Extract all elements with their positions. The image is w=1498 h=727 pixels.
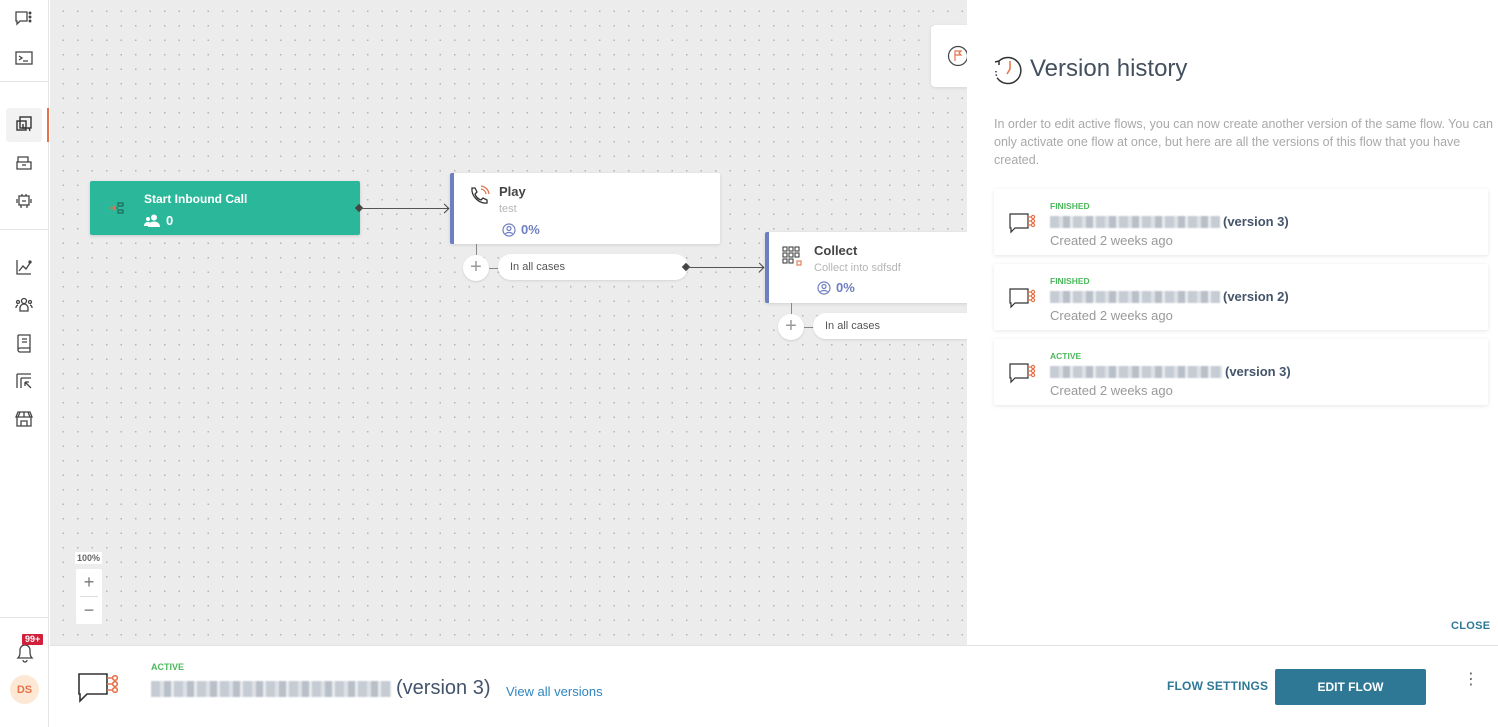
version-history-panel: Version history In order to edit active … bbox=[967, 0, 1498, 645]
redacted-flow-name bbox=[1050, 290, 1220, 303]
connector-arrow bbox=[754, 262, 765, 273]
app-root: 99+ DS Start Inbound Call 0 Play test 0% bbox=[0, 0, 1498, 727]
node-subtitle: Collect into sdfsdf bbox=[814, 262, 901, 274]
import-icon bbox=[16, 373, 32, 389]
nav-knowledge[interactable] bbox=[6, 326, 42, 360]
inbound-call-icon bbox=[110, 202, 124, 214]
add-branch-button[interactable]: + bbox=[463, 255, 489, 281]
version-name: (version 3) bbox=[1050, 214, 1289, 229]
nav-bots[interactable] bbox=[6, 184, 42, 218]
version-name: (version 2) bbox=[1050, 289, 1289, 304]
version-name: (version 3) bbox=[1050, 364, 1291, 379]
flow-canvas[interactable]: Start Inbound Call 0 Play test 0% + In a… bbox=[50, 0, 967, 645]
flow-title: (version 3) bbox=[151, 677, 490, 700]
zoom-out-button[interactable]: − bbox=[76, 597, 102, 624]
inbox-icon bbox=[16, 156, 32, 170]
terminal-icon bbox=[15, 51, 33, 65]
nav-import[interactable] bbox=[6, 364, 42, 398]
view-all-versions-link[interactable]: View all versions bbox=[506, 684, 603, 699]
chart-line-icon bbox=[16, 260, 32, 275]
nav-divider bbox=[0, 81, 49, 82]
user-circle-icon bbox=[817, 280, 831, 295]
flows-icon bbox=[16, 116, 32, 132]
node-title: Start Inbound Call bbox=[144, 192, 248, 206]
start-inbound-call-node[interactable]: Start Inbound Call 0 bbox=[90, 181, 360, 235]
end-node[interactable] bbox=[931, 25, 967, 87]
avatar[interactable]: DS bbox=[10, 675, 39, 704]
node-subtitle: test bbox=[499, 203, 517, 215]
redacted-flow-name bbox=[151, 680, 391, 697]
grid-collect-icon bbox=[782, 246, 802, 266]
play-node[interactable]: Play test 0% bbox=[450, 173, 720, 244]
branch-label[interactable]: In all cases bbox=[813, 313, 967, 339]
notification-badge: 99+ bbox=[22, 634, 44, 645]
zoom-controls: + − bbox=[76, 569, 102, 624]
robot-icon bbox=[16, 194, 32, 208]
flow-version: (version 3) bbox=[396, 677, 491, 699]
book-icon bbox=[17, 334, 31, 353]
version-created: Created 2 weeks ago bbox=[1050, 233, 1173, 248]
nav-inbox[interactable] bbox=[6, 146, 42, 180]
flow-chat-icon bbox=[78, 673, 119, 703]
participant-count: 0 bbox=[166, 213, 174, 228]
connector-arrow bbox=[439, 203, 450, 214]
close-button[interactable]: CLOSE bbox=[1451, 620, 1490, 632]
connector-line bbox=[360, 208, 448, 209]
nav-store[interactable] bbox=[6, 402, 42, 436]
node-count: 0 bbox=[144, 213, 173, 228]
flow-chat-icon bbox=[1009, 288, 1036, 309]
flow-status: ACTIVE bbox=[151, 662, 185, 672]
nav-divider bbox=[0, 617, 49, 618]
panel-title: Version history bbox=[1030, 55, 1188, 82]
version-number: (version 2) bbox=[1223, 289, 1289, 304]
nav-divider bbox=[0, 229, 49, 230]
node-percent: 0% bbox=[817, 280, 855, 295]
flow-settings-button[interactable]: FLOW SETTINGS bbox=[1167, 679, 1268, 693]
percent-value: 0% bbox=[521, 222, 540, 237]
zoom-level: 100% bbox=[75, 552, 103, 564]
redacted-flow-name bbox=[1050, 365, 1222, 378]
version-created: Created 2 weeks ago bbox=[1050, 308, 1173, 323]
node-title: Collect bbox=[814, 243, 858, 258]
left-nav: 99+ DS bbox=[0, 0, 49, 727]
version-number: (version 3) bbox=[1223, 214, 1289, 229]
store-icon bbox=[15, 411, 33, 427]
version-card[interactable]: ACTIVE (version 3) Created 2 weeks ago bbox=[994, 339, 1488, 405]
redacted-flow-name bbox=[1050, 215, 1220, 228]
node-title: Play bbox=[499, 184, 526, 199]
edit-flow-button[interactable]: EDIT FLOW bbox=[1275, 669, 1426, 705]
nav-flows[interactable] bbox=[6, 108, 49, 142]
version-created: Created 2 weeks ago bbox=[1050, 383, 1173, 398]
phone-icon bbox=[471, 185, 490, 204]
node-percent: 0% bbox=[502, 222, 540, 237]
version-card[interactable]: FINISHED (version 3) Created 2 weeks ago bbox=[994, 189, 1488, 255]
version-status: FINISHED bbox=[1050, 276, 1090, 286]
user-circle-icon bbox=[502, 222, 516, 237]
people-icon bbox=[15, 297, 33, 312]
version-number: (version 3) bbox=[1225, 364, 1291, 379]
chat-dots-icon bbox=[15, 11, 32, 26]
nav-people[interactable] bbox=[6, 288, 42, 322]
more-options-button[interactable]: ⋮ bbox=[1463, 672, 1479, 688]
version-status: FINISHED bbox=[1050, 201, 1090, 211]
nav-conversations[interactable] bbox=[6, 2, 42, 36]
history-icon bbox=[994, 56, 1022, 85]
version-card[interactable]: FINISHED (version 2) Created 2 weeks ago bbox=[994, 264, 1488, 330]
flow-chat-icon bbox=[1009, 213, 1036, 234]
bottom-bar: ACTIVE (version 3) View all versions FLO… bbox=[50, 645, 1498, 727]
connector-line bbox=[688, 267, 763, 268]
nav-analytics[interactable] bbox=[6, 250, 42, 284]
percent-value: 0% bbox=[836, 280, 855, 295]
branch-label[interactable]: In all cases bbox=[498, 254, 688, 280]
add-branch-button[interactable]: + bbox=[778, 314, 804, 340]
panel-description: In order to edit active flows, you can n… bbox=[994, 117, 1493, 167]
zoom-in-button[interactable]: + bbox=[76, 569, 102, 596]
flow-chat-icon bbox=[1009, 363, 1036, 384]
collect-node[interactable]: Collect Collect into sdfsdf 0% bbox=[765, 232, 967, 303]
users-icon bbox=[144, 214, 160, 227]
flag-icon bbox=[947, 45, 967, 67]
version-status: ACTIVE bbox=[1050, 351, 1082, 361]
nav-terminal[interactable] bbox=[6, 41, 42, 75]
